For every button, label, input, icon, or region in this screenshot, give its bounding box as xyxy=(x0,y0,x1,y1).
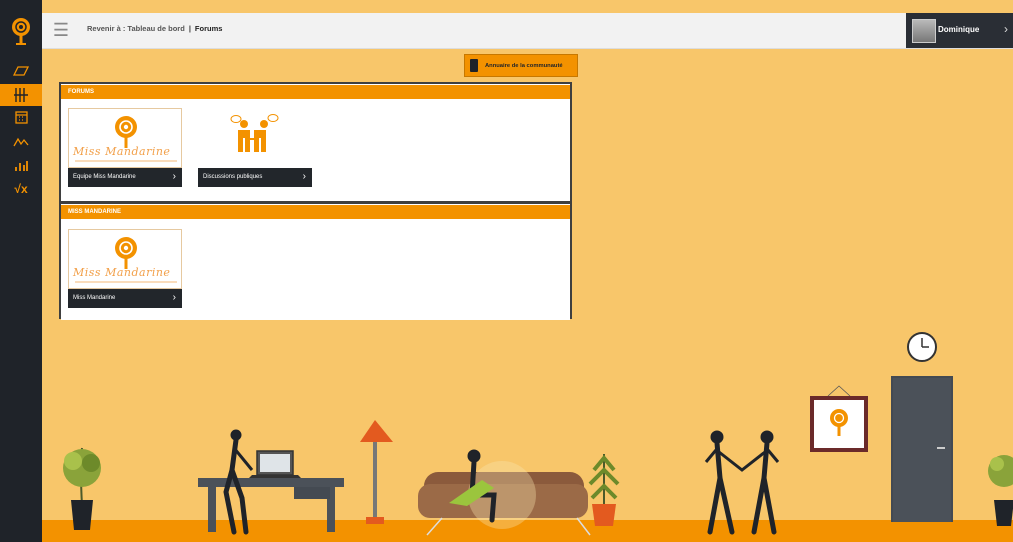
breadcrumb: Revenir à : Tableau de bord | Forums xyxy=(87,24,222,33)
card-thumbnail xyxy=(198,108,312,168)
directory-icon xyxy=(470,59,478,72)
card-thumbnail: Miss Mandarine xyxy=(68,108,182,168)
card-label-bar[interactable]: Discussions publiques › xyxy=(198,168,312,187)
forum-card-discussions[interactable]: Discussions publiques › xyxy=(198,108,312,187)
avatar xyxy=(912,19,936,43)
forum-card-equipe[interactable]: Miss Mandarine Equipe Miss Mandarine › xyxy=(68,108,182,187)
logo-icon[interactable] xyxy=(8,16,34,48)
sidebar: √x xyxy=(0,0,42,542)
chevron-right-icon[interactable]: › xyxy=(1004,22,1008,36)
card-label-bar[interactable]: Equipe Miss Mandarine › xyxy=(68,168,182,187)
calendar-icon[interactable] xyxy=(0,106,42,128)
miss-mandarine-logo-icon xyxy=(75,116,177,162)
activity-icon[interactable] xyxy=(0,131,42,153)
card-label: Miss Mandarine xyxy=(73,295,116,301)
card-label-bar[interactable]: Miss Mandarine › xyxy=(68,289,182,308)
card-thumbnail-text: Miss Mandarine xyxy=(73,266,171,279)
breadcrumb-current: Forums xyxy=(194,24,223,33)
section-header-forums: FORUMS xyxy=(61,84,570,99)
plant-icon xyxy=(588,454,620,526)
handshake-people-silhouette xyxy=(704,430,780,535)
community-directory-label: Annuaire de la communauté xyxy=(485,62,563,69)
discussion-people-icon xyxy=(230,114,279,152)
math-icon[interactable]: √x xyxy=(0,178,42,200)
menu-icon[interactable]: ☰ xyxy=(50,20,72,42)
office-scene-illustration xyxy=(63,332,1013,536)
breadcrumb-separator: | xyxy=(188,24,191,33)
framed-logo-picture xyxy=(810,385,868,452)
card-thumbnail-text: Miss Mandarine xyxy=(73,145,171,158)
breadcrumb-back-link[interactable]: Revenir à : Tableau de bord xyxy=(87,24,185,33)
chevron-right-icon: › xyxy=(302,171,306,182)
user-name: Dominique xyxy=(938,25,980,34)
forums-panel: FORUMS Miss Mandarine Equipe Miss Mandar… xyxy=(59,82,572,320)
community-directory-button[interactable]: Annuaire de la communauté xyxy=(464,54,578,77)
plant-icon xyxy=(63,447,101,530)
card-label: Equipe Miss Mandarine xyxy=(73,174,136,180)
chevron-right-icon: › xyxy=(172,292,176,303)
section-body-miss-mandarine: Miss Mandarine Miss Mandarine › xyxy=(61,219,570,320)
book-icon[interactable] xyxy=(0,60,42,82)
card-label: Discussions publiques xyxy=(203,174,263,180)
topbar: ☰ Revenir à : Tableau de bord | Forums Dom… xyxy=(42,13,1013,49)
plant-icon xyxy=(988,455,1013,526)
forum-card-miss-mandarine[interactable]: Miss Mandarine Miss Mandarine › xyxy=(68,229,182,308)
miss-mandarine-logo-icon xyxy=(75,237,177,283)
stats-icon[interactable] xyxy=(0,155,42,177)
section-body-forums: Miss Mandarine Equipe Miss Mandarine › D… xyxy=(61,99,570,201)
chevron-right-icon: › xyxy=(172,171,176,182)
user-menu[interactable]: Dominique › xyxy=(906,13,1013,48)
section-header-miss-mandarine: MISS MANDARINE xyxy=(61,204,570,219)
laptop-icon xyxy=(249,450,301,478)
forum-icon[interactable] xyxy=(0,84,42,106)
floor-lamp-icon xyxy=(360,420,393,524)
door-icon xyxy=(891,376,953,522)
card-thumbnail: Miss Mandarine xyxy=(68,229,182,289)
sofa-icon xyxy=(418,461,591,536)
clock-icon xyxy=(907,332,937,362)
desk-icon xyxy=(198,478,344,532)
